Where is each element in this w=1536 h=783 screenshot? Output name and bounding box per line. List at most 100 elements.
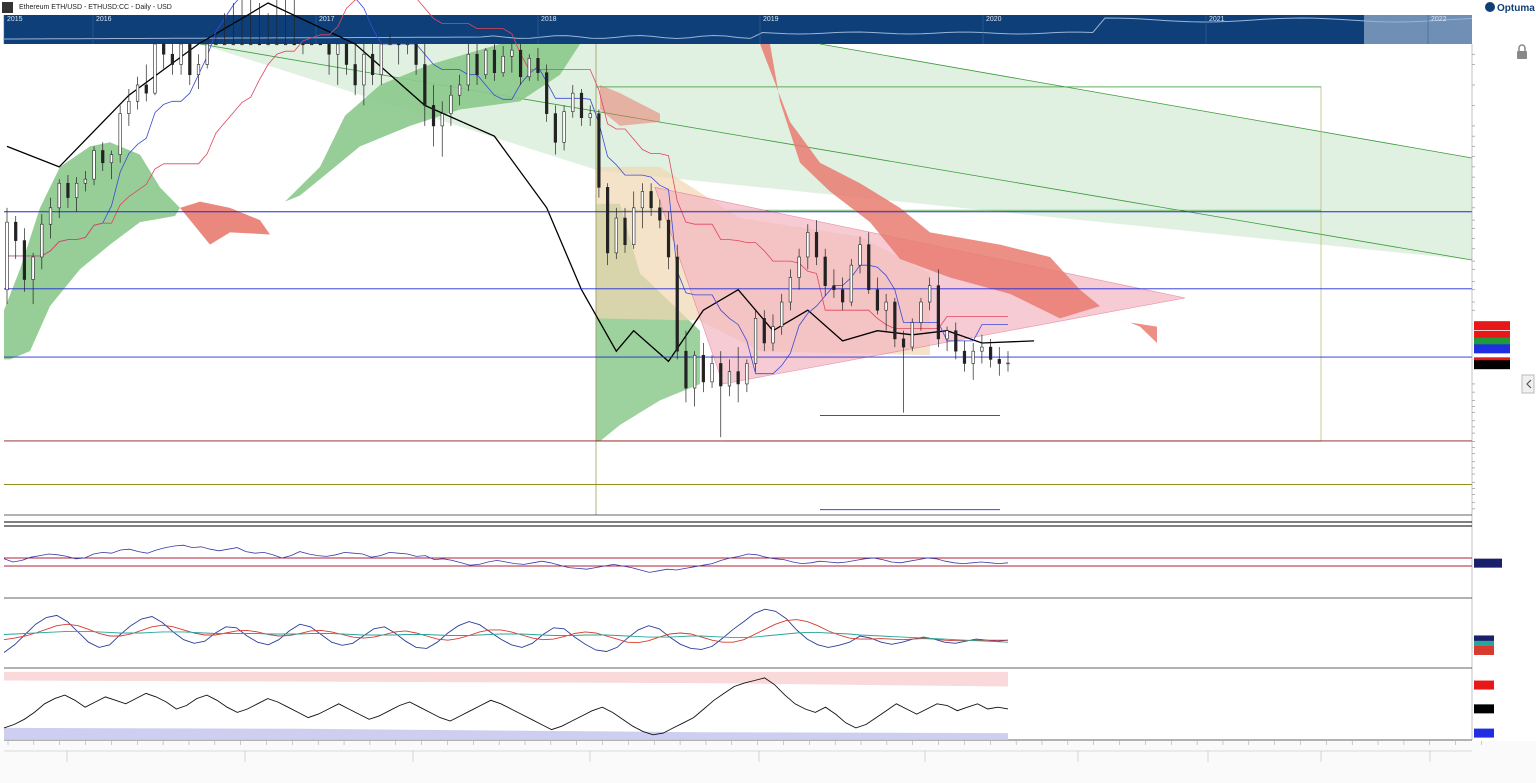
candle-up-body bbox=[214, 43, 218, 46]
candle-up-body bbox=[266, 43, 270, 46]
optex-value-tag bbox=[1474, 704, 1494, 714]
header-bar bbox=[0, 0, 1536, 14]
candle-up-body bbox=[884, 301, 888, 311]
candle-down-body bbox=[492, 49, 497, 73]
candle-up-body bbox=[283, 43, 288, 46]
overview-year-label: 2016 bbox=[96, 16, 112, 23]
candle-up-body bbox=[780, 301, 784, 327]
candle-up-body bbox=[527, 58, 531, 78]
composite-series-1 bbox=[3, 619, 1008, 644]
candle-down-body bbox=[397, 43, 401, 46]
candle-up-body bbox=[223, 43, 227, 46]
composite-index-pane bbox=[3, 608, 1494, 669]
main-pane-background bbox=[4, 43, 1473, 515]
candle bbox=[310, 43, 314, 46]
candle bbox=[484, 48, 488, 79]
candle-down-body bbox=[66, 182, 70, 198]
candle-down-body bbox=[684, 350, 688, 389]
lock-icon[interactable] bbox=[1517, 44, 1527, 59]
candle-down-body bbox=[318, 43, 322, 46]
date-axis-background bbox=[0, 741, 1536, 783]
candle-down-body bbox=[327, 43, 331, 55]
candle bbox=[910, 318, 914, 352]
candle-up-body bbox=[458, 84, 462, 96]
optex-line bbox=[3, 677, 1009, 736]
candle-down-body bbox=[597, 113, 601, 188]
candle-up-body bbox=[632, 207, 636, 245]
candle-down-body bbox=[431, 105, 436, 127]
candle-up-body bbox=[379, 43, 383, 76]
candle-down-body bbox=[188, 43, 192, 76]
candle-up-body bbox=[388, 43, 392, 46]
candle-down-body bbox=[301, 43, 305, 46]
overview-year-label: 2017 bbox=[319, 16, 335, 23]
menu-icon[interactable] bbox=[2, 2, 13, 13]
overview-year-label: 2020 bbox=[986, 16, 1002, 23]
candle-down-body bbox=[144, 84, 148, 94]
chart-container: Ethereum ETH/USD - ETHUSD:CC - Daily - U… bbox=[0, 0, 1536, 783]
optex-upper-band bbox=[4, 671, 1008, 687]
candle-up-body bbox=[336, 43, 340, 55]
optex-value-tag bbox=[1474, 728, 1494, 738]
candle-up-body bbox=[806, 232, 810, 258]
candle-up-body bbox=[405, 43, 410, 46]
candle-up-body bbox=[449, 94, 453, 114]
candle-up-body bbox=[510, 49, 514, 57]
candle bbox=[605, 183, 610, 266]
candle-down-body bbox=[954, 330, 958, 352]
candle-up-body bbox=[945, 330, 949, 340]
rsi-pane bbox=[3, 521, 1502, 599]
overview-year-label: 2015 bbox=[7, 16, 23, 23]
candle-down-body bbox=[841, 289, 845, 303]
candle-down-body bbox=[162, 43, 166, 55]
candle-up-body bbox=[5, 221, 9, 291]
candle-up-body bbox=[771, 326, 775, 344]
overview-year-label: 2021 bbox=[1209, 16, 1225, 23]
candle-up-body bbox=[1006, 362, 1010, 365]
candle-up-body bbox=[849, 264, 853, 303]
candle-up-body bbox=[310, 43, 314, 46]
candle-up-body bbox=[562, 111, 566, 143]
candle-up-body bbox=[240, 43, 244, 46]
candle-up-body bbox=[440, 113, 444, 127]
candle-down-body bbox=[423, 64, 427, 106]
candle-up-body bbox=[109, 154, 114, 164]
candle bbox=[118, 105, 122, 163]
candle-up-body bbox=[484, 49, 488, 76]
price-chart-svg[interactable]: Ethereum ETH/USD - ETHUSD:CC - Daily - U… bbox=[0, 0, 1536, 783]
candle-up-body bbox=[919, 301, 923, 323]
candle-down-body bbox=[292, 43, 296, 46]
candle-down-body bbox=[736, 371, 740, 385]
composite-series-2 bbox=[3, 630, 1009, 643]
candle-up-body bbox=[249, 43, 253, 46]
candle-up-body bbox=[179, 43, 183, 65]
candle bbox=[545, 64, 549, 122]
candle-up-body bbox=[858, 244, 862, 266]
candle-up-body bbox=[971, 350, 975, 364]
candle-up-body bbox=[788, 277, 792, 303]
collapse-panel-icon[interactable] bbox=[1521, 374, 1535, 394]
candle-down-body bbox=[875, 289, 880, 311]
candle-down-body bbox=[936, 285, 940, 340]
date-axis bbox=[0, 741, 1536, 783]
candle-down-body bbox=[518, 49, 523, 78]
candle-down-body bbox=[344, 43, 349, 65]
candle-down-body bbox=[101, 150, 105, 164]
candle-down-body bbox=[605, 187, 610, 254]
candle-up-body bbox=[205, 43, 209, 65]
candle bbox=[753, 310, 758, 372]
optex-lower-band bbox=[4, 727, 1008, 740]
candle-up-body bbox=[153, 43, 157, 94]
rsi-line bbox=[3, 544, 1009, 573]
candle-up-body bbox=[127, 101, 131, 114]
candle-down-body bbox=[14, 221, 18, 241]
candle-up-body bbox=[196, 64, 201, 76]
optex-bands-pane bbox=[3, 671, 1494, 741]
candle-up-body bbox=[57, 182, 61, 209]
overview-year-label: 2018 bbox=[541, 16, 557, 23]
candle-down-body bbox=[475, 53, 479, 76]
candle-up-body bbox=[588, 113, 592, 119]
chart-title: Ethereum ETH/USD - ETHUSD:CC - Daily - U… bbox=[19, 4, 172, 11]
candle-down-body bbox=[701, 354, 705, 383]
candle-down-body bbox=[370, 53, 375, 76]
